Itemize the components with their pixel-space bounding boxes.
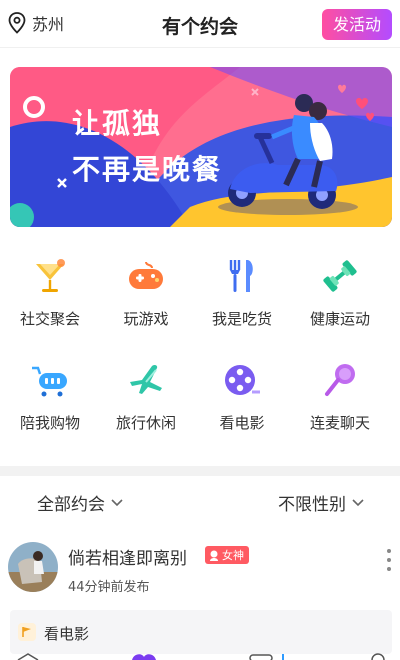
- film-reel-icon: [225, 365, 260, 395]
- microphone-icon: [325, 364, 355, 396]
- date-tab-icon: [132, 654, 156, 660]
- category-play-games[interactable]: 玩游戏: [96, 256, 196, 329]
- scope-filter-label: 全部约会: [37, 495, 105, 515]
- shopping-cart-icon: [32, 366, 67, 397]
- post-activity-button[interactable]: 发活动: [322, 9, 392, 40]
- category-label: 玩游戏: [123, 310, 169, 328]
- category-label: 我是吃货: [211, 310, 272, 328]
- gender-filter-label: 不限性别: [278, 495, 346, 515]
- category-label: 看电影: [219, 414, 265, 432]
- gender-filter-dropdown[interactable]: 不限性别: [278, 490, 364, 515]
- post-username: 倘若相逢即离别: [68, 549, 187, 569]
- category-travel[interactable]: 旅行休闲: [96, 360, 196, 433]
- avatar[interactable]: [8, 542, 58, 592]
- category-label: 陪我购物: [19, 414, 80, 432]
- top-bar: 苏州 有个约会 发活动: [0, 0, 400, 48]
- bottom-tab-bar: [17, 653, 385, 660]
- flag-icon: [18, 623, 36, 641]
- promo-banner[interactable]: 让孤独 不再是晚餐: [10, 67, 392, 227]
- list-item[interactable]: 倘若相逢即离别 女神 44分钟前发布: [0, 538, 400, 598]
- category-social-party[interactable]: 社交聚会: [0, 256, 100, 329]
- profile-tab-icon: [371, 653, 385, 660]
- home-tab-icon: [17, 653, 39, 660]
- category-label: 健康运动: [309, 310, 370, 328]
- category-label: 连麦聊天: [309, 414, 370, 432]
- banner-illustration: [10, 67, 392, 227]
- activity-tag-row[interactable]: 看电影: [10, 610, 392, 654]
- chevron-down-icon: [111, 498, 123, 506]
- banner-headline-line1: 让孤独: [72, 107, 163, 140]
- badge-label: 女神: [222, 549, 244, 562]
- activity-tag-label: 看电影: [44, 625, 90, 643]
- chevron-down-icon: [352, 498, 364, 506]
- cocktail-icon: [36, 259, 65, 292]
- airplane-icon: [130, 364, 162, 394]
- fork-knife-icon: [229, 260, 253, 292]
- message-tab-icon: [249, 654, 273, 660]
- banner-headline-line2: 不再是晚餐: [72, 153, 223, 186]
- dumbbell-icon: [323, 260, 357, 292]
- category-label: 旅行休闲: [115, 414, 176, 432]
- badge-icon: [210, 550, 218, 561]
- post-time: 44分钟前发布: [68, 580, 150, 595]
- category-shopping[interactable]: 陪我购物: [0, 360, 100, 433]
- gamepad-icon: [129, 261, 163, 289]
- section-divider: [0, 466, 400, 476]
- category-watch-movie[interactable]: 看电影: [192, 360, 292, 433]
- category-voice-chat[interactable]: 连麦聊天: [290, 360, 390, 433]
- category-fitness[interactable]: 健康运动: [290, 256, 390, 329]
- scope-filter-dropdown[interactable]: 全部约会: [37, 490, 123, 515]
- status-badge: 女神: [205, 546, 249, 564]
- more-options-icon[interactable]: [386, 548, 392, 572]
- category-label: 社交聚会: [19, 310, 80, 328]
- category-foodie[interactable]: 我是吃货: [192, 256, 292, 329]
